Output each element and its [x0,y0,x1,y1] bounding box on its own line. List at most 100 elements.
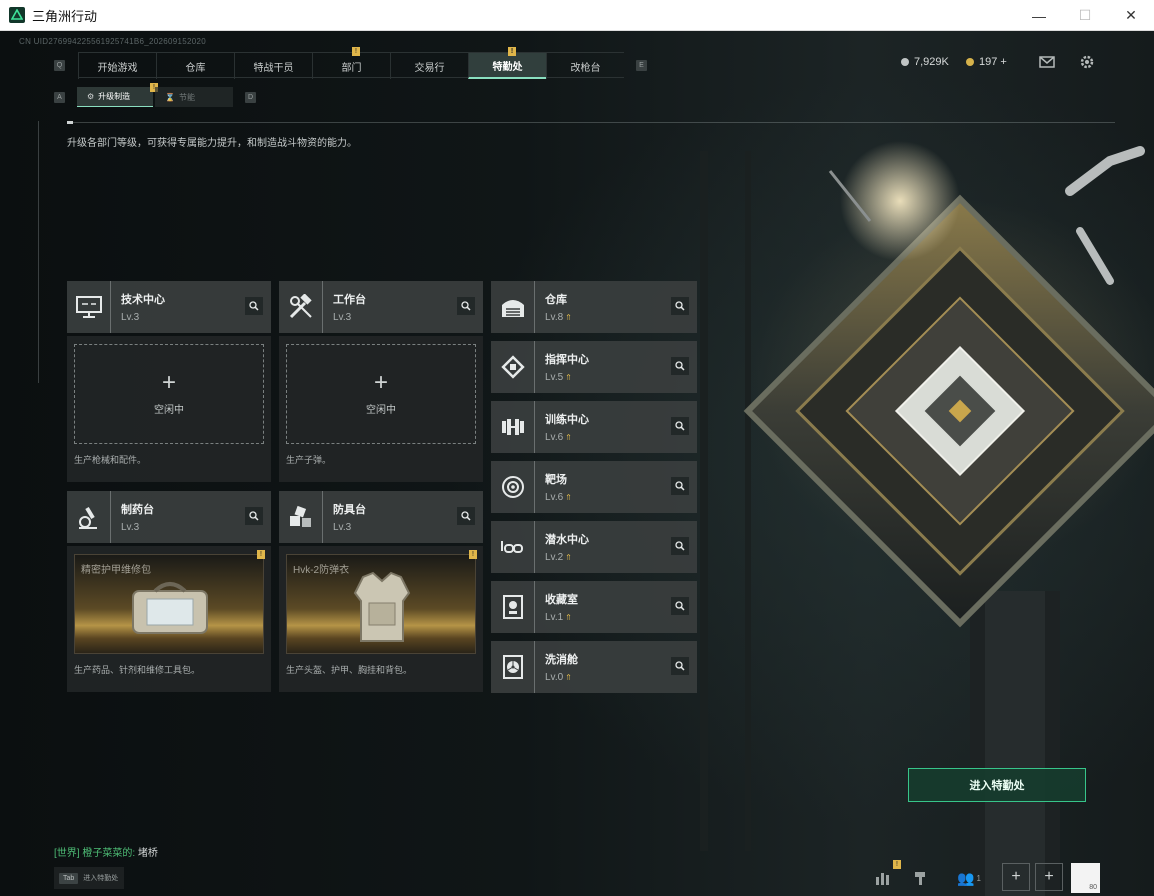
empty-production-slot[interactable]: + 空闲中 [74,344,264,444]
production-item-slot[interactable]: 精密护甲维修包 [74,554,264,654]
upgrade-arrow-icon: ⇑ [565,553,572,562]
department-training-center[interactable]: 训练中心 Lv.6 ⇑ [491,401,697,453]
search-icon[interactable] [671,657,689,675]
settings-gear-icon[interactable] [1078,54,1096,70]
divider-line [67,122,1115,123]
upgrade-arrow-icon: ⇑ [565,373,572,382]
add-party-slot-button[interactable]: + [1002,863,1030,891]
department-level: Lv.6 [545,432,564,443]
notification-badge: ! [469,550,477,559]
workbench-level: Lv.3 [121,522,140,533]
upgrade-arrow-icon: ⇑ [565,493,572,502]
target-icon [491,461,535,513]
department-name: 靶场 [545,474,567,486]
workbench-tech-center-header[interactable]: 技术中心 Lv.3 [67,281,271,333]
department-collection-room[interactable]: 收藏室 Lv.1 ⇑ [491,581,697,633]
warehouse-icon [491,281,535,333]
workbench-pharmacy-header[interactable]: 制药台 Lv.3 [67,491,271,543]
department-level: Lv.6 [545,492,564,503]
item-name: Hvk-2防弹衣 [293,565,350,576]
subtab-energy[interactable]: ⌛ 节能 [155,87,233,107]
add-party-slot-button[interactable]: + [1035,863,1063,891]
search-icon[interactable] [671,357,689,375]
search-icon[interactable] [671,597,689,615]
workbench-armor-header[interactable]: 防具台 Lv.3 [279,491,483,543]
tab-trading[interactable]: 交易行 [390,53,468,79]
close-button[interactable]: ✕ [1108,0,1154,31]
chat-user: 橙子菜菜的: [82,848,136,859]
workbench-name: 制药台 [121,504,154,516]
avatar[interactable]: 80 [1071,863,1100,893]
tab-hint[interactable]: Tab 进入特勤处 [54,867,124,889]
workbench-workstation-body: + 空闲中 生产子弹。 [279,336,483,482]
search-icon[interactable] [671,537,689,555]
coins-display: 7,929K [901,56,949,68]
search-icon[interactable] [671,297,689,315]
body-armor-vest-icon [353,571,411,642]
tab-department[interactable]: 部门! [312,47,390,79]
workbench-name: 工作台 [333,294,366,306]
department-name: 收藏室 [545,594,578,606]
search-icon[interactable] [245,507,263,525]
workbench-name: 技术中心 [121,294,165,306]
subtab-upgrade-craft[interactable]: ⚙ 升级制造 ! [77,83,158,107]
workbench-caption: 生产枪械和配件。 [74,455,147,465]
search-icon[interactable] [671,417,689,435]
tab-key: Tab [59,872,79,884]
department-name: 训练中心 [545,414,589,426]
mail-icon[interactable] [1038,54,1056,70]
department-level: Lv.5 [545,372,564,383]
add-icon: + [373,368,388,396]
chat-line[interactable]: [世界] 橙子菜菜的: 堵桥 [54,844,158,859]
tab-start-game[interactable]: 开始游戏 [78,53,156,79]
department-level: Lv.8 [545,312,564,323]
department-diving-center[interactable]: 潜水中心 Lv.2 ⇑ [491,521,697,573]
wrench-icon: ⚙ [87,92,95,101]
empty-production-slot[interactable]: + 空闲中 [286,344,476,444]
sub-nav: A ⚙ 升级制造 ! ⌛ 节能 D [54,83,256,107]
notification-badge: ! [893,860,901,869]
department-command-center[interactable]: 指挥中心 Lv.5 ⇑ [491,341,697,393]
workbench-workstation-header[interactable]: 工作台 Lv.3 [279,281,483,333]
notification-badge: ! [257,550,265,559]
friends-icon: 👥 [957,869,975,886]
page-description: 升级各部门等级，可获得专属能力提升，和制造战斗物资的能力。 [67,138,357,149]
tab-special-ops[interactable]: 特勤处! [468,47,546,79]
chat-channel: [世界] [54,848,80,859]
tokens-display[interactable]: 197 + [966,56,1007,68]
notification-badge: ! [508,47,516,56]
workbench-caption: 生产药品、针剂和维修工具包。 [74,665,201,675]
coin-icon [901,58,909,66]
hammer-icon[interactable] [908,865,934,891]
department-warehouse[interactable]: 仓库 Lv.8 ⇑ [491,281,697,333]
repair-kit-bag-icon [132,582,208,634]
add-icon: + [161,368,176,396]
window-title: 三角洲行动 [32,8,98,24]
tab-hint-label: 进入特勤处 [83,875,119,882]
enter-special-ops-button[interactable]: 进入特勤处 [908,768,1086,802]
maximize-button[interactable]: ☐ [1062,0,1108,31]
search-icon[interactable] [457,507,475,525]
tab-operators[interactable]: 特战干员 [234,53,312,79]
dumbbell-icon [491,401,535,453]
upgrade-arrow-icon: ⇑ [565,673,572,682]
production-item-slot[interactable]: Hvk-2防弹衣 [286,554,476,654]
tab-warehouse[interactable]: 仓库 [156,53,234,79]
search-icon[interactable] [457,297,475,315]
main-nav: Q 开始游戏 仓库 特战干员 部门! 交易行 特勤处! 改枪台 E [54,47,647,79]
friends-button[interactable]: 👥 1 [952,865,986,891]
nav-next-key[interactable]: E [636,60,647,71]
subnav-next-key[interactable]: D [245,91,256,103]
tab-gunsmith[interactable]: 改枪台 [546,53,624,79]
app-logo-icon [9,7,25,23]
token-icon [966,58,974,66]
window-titlebar: 三角洲行动 — ☐ ✕ [0,0,1154,31]
search-icon[interactable] [671,477,689,495]
minimize-button[interactable]: — [1016,0,1062,31]
hammer-wrench-icon [279,281,323,333]
department-shooting-range[interactable]: 靶场 Lv.6 ⇑ [491,461,697,513]
nav-prev-key[interactable]: Q [54,60,65,71]
department-decontamination[interactable]: 洗消舱 Lv.0 ⇑ [491,641,697,693]
search-icon[interactable] [245,297,263,315]
subnav-prev-key[interactable]: A [54,91,65,103]
